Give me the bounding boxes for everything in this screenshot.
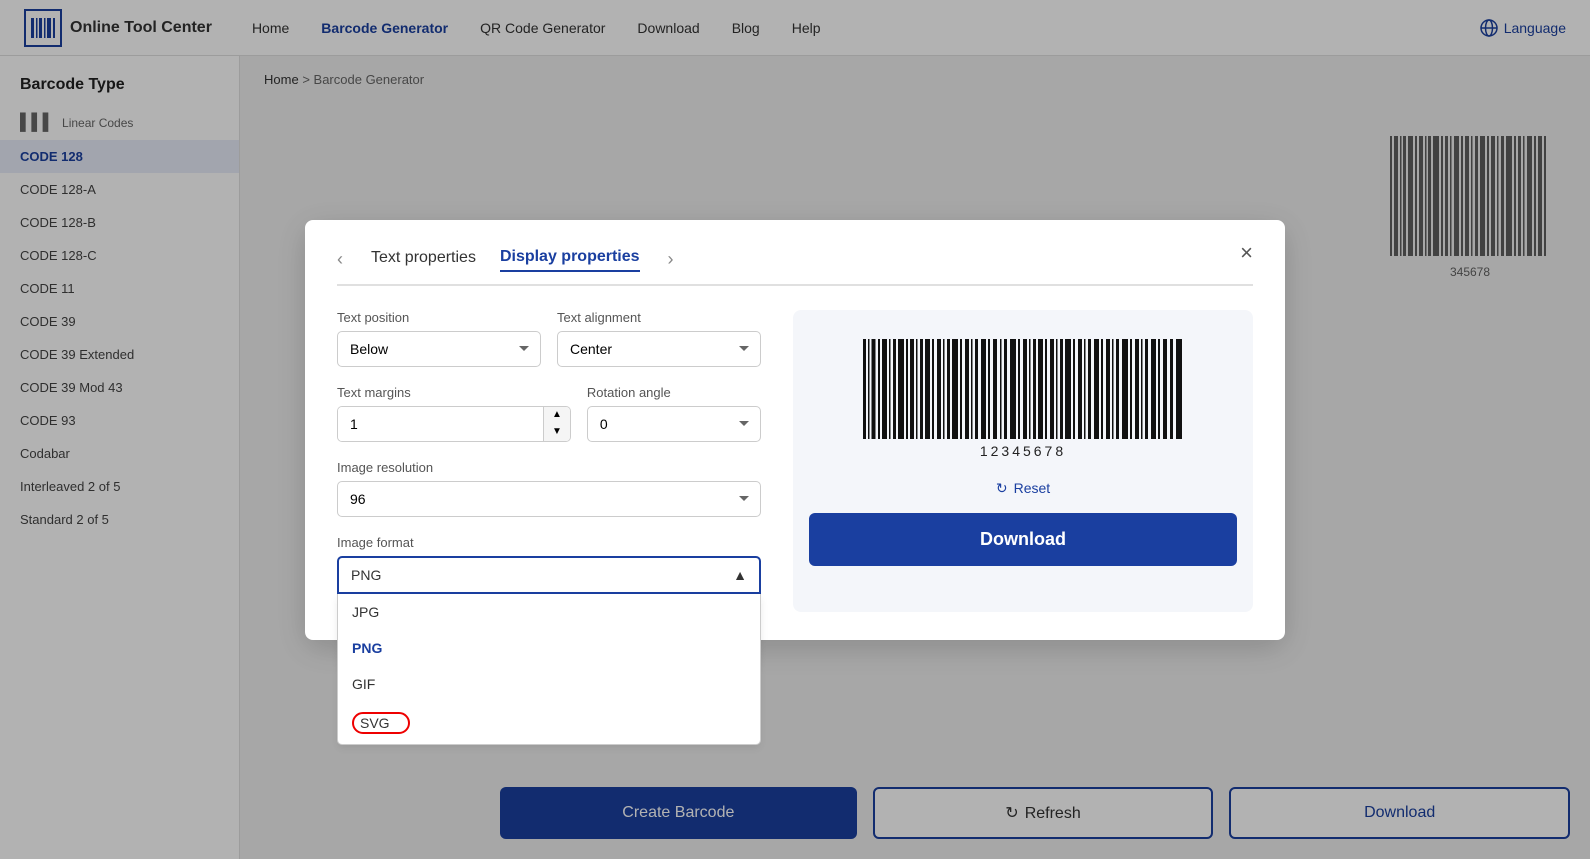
text-alignment-label: Text alignment (557, 310, 761, 325)
format-option-jpg[interactable]: JPG (338, 594, 760, 630)
text-position-select[interactable]: Below (337, 331, 541, 367)
text-margins-down[interactable]: ▼ (544, 424, 570, 441)
rotation-select[interactable]: 0 (587, 406, 761, 442)
barcode-preview: 12345678 (809, 334, 1237, 464)
image-format-label: Image format (337, 535, 761, 550)
image-resolution-label: Image resolution (337, 460, 761, 475)
text-margins-up[interactable]: ▲ (544, 407, 570, 424)
tab-display-properties[interactable]: Display properties (500, 248, 640, 272)
reset-button[interactable]: ↻ Reset (996, 480, 1050, 497)
modal-form: Text position Below Text alignment Cente… (337, 310, 761, 612)
svg-text:12345678: 12345678 (980, 443, 1066, 459)
modal-close-button[interactable]: × (1240, 240, 1253, 266)
form-row-2: Text margins ▲ ▼ Rota (337, 385, 761, 460)
form-row-1: Text position Below Text alignment Cente… (337, 310, 761, 385)
text-alignment-select[interactable]: Center (557, 331, 761, 367)
modal-preview: 12345678 ↻ Reset Download (793, 310, 1253, 612)
chevron-up-icon: ▲ (733, 567, 747, 583)
text-margins-label: Text margins (337, 385, 571, 400)
text-margins-input-wrap: ▲ ▼ (337, 406, 571, 442)
text-margins-input[interactable] (338, 407, 543, 441)
image-format-dropdown: JPG PNG GIF SVG (337, 594, 761, 745)
text-margins-spinners: ▲ ▼ (543, 407, 570, 441)
image-format-selected-value: PNG (351, 567, 381, 583)
image-resolution-select[interactable]: 96 (337, 481, 761, 517)
form-col-rotation: Rotation angle 0 (587, 385, 761, 460)
format-option-png[interactable]: PNG (338, 630, 760, 666)
format-option-gif[interactable]: GIF (338, 666, 760, 702)
text-alignment-group: Text alignment Center (557, 310, 761, 367)
svg-circle-highlight: SVG (352, 712, 410, 734)
properties-modal: ‹ Text properties Display properties › ×… (305, 220, 1285, 640)
form-col-text-position: Text position Below (337, 310, 541, 385)
tab-text-properties[interactable]: Text properties (371, 249, 476, 271)
image-format-select-button[interactable]: PNG ▲ (337, 556, 761, 594)
modal-body: Text position Below Text alignment Cente… (337, 310, 1253, 612)
image-format-group: Image format PNG ▲ JPG PNG GIF SVG (337, 535, 761, 594)
modal-prev-button[interactable]: ‹ (337, 249, 343, 270)
form-col-text-margins: Text margins ▲ ▼ (337, 385, 571, 460)
text-margins-group: Text margins ▲ ▼ (337, 385, 571, 442)
format-option-svg[interactable]: SVG (338, 702, 760, 744)
rotation-group: Rotation angle 0 (587, 385, 761, 442)
reset-icon: ↻ (996, 480, 1008, 497)
image-resolution-group: Image resolution 96 (337, 460, 761, 517)
image-format-container: PNG ▲ JPG PNG GIF SVG (337, 556, 761, 594)
barcode-preview-svg: 12345678 (853, 334, 1193, 464)
modal-next-button[interactable]: › (668, 249, 674, 270)
form-col-text-alignment: Text alignment Center (557, 310, 761, 385)
reset-label: Reset (1014, 480, 1051, 496)
modal-overlay[interactable]: ‹ Text properties Display properties › ×… (0, 0, 1590, 859)
modal-header: ‹ Text properties Display properties › × (337, 248, 1253, 286)
text-position-label: Text position (337, 310, 541, 325)
modal-download-button[interactable]: Download (809, 513, 1237, 566)
rotation-label: Rotation angle (587, 385, 761, 400)
text-position-group: Text position Below (337, 310, 541, 367)
